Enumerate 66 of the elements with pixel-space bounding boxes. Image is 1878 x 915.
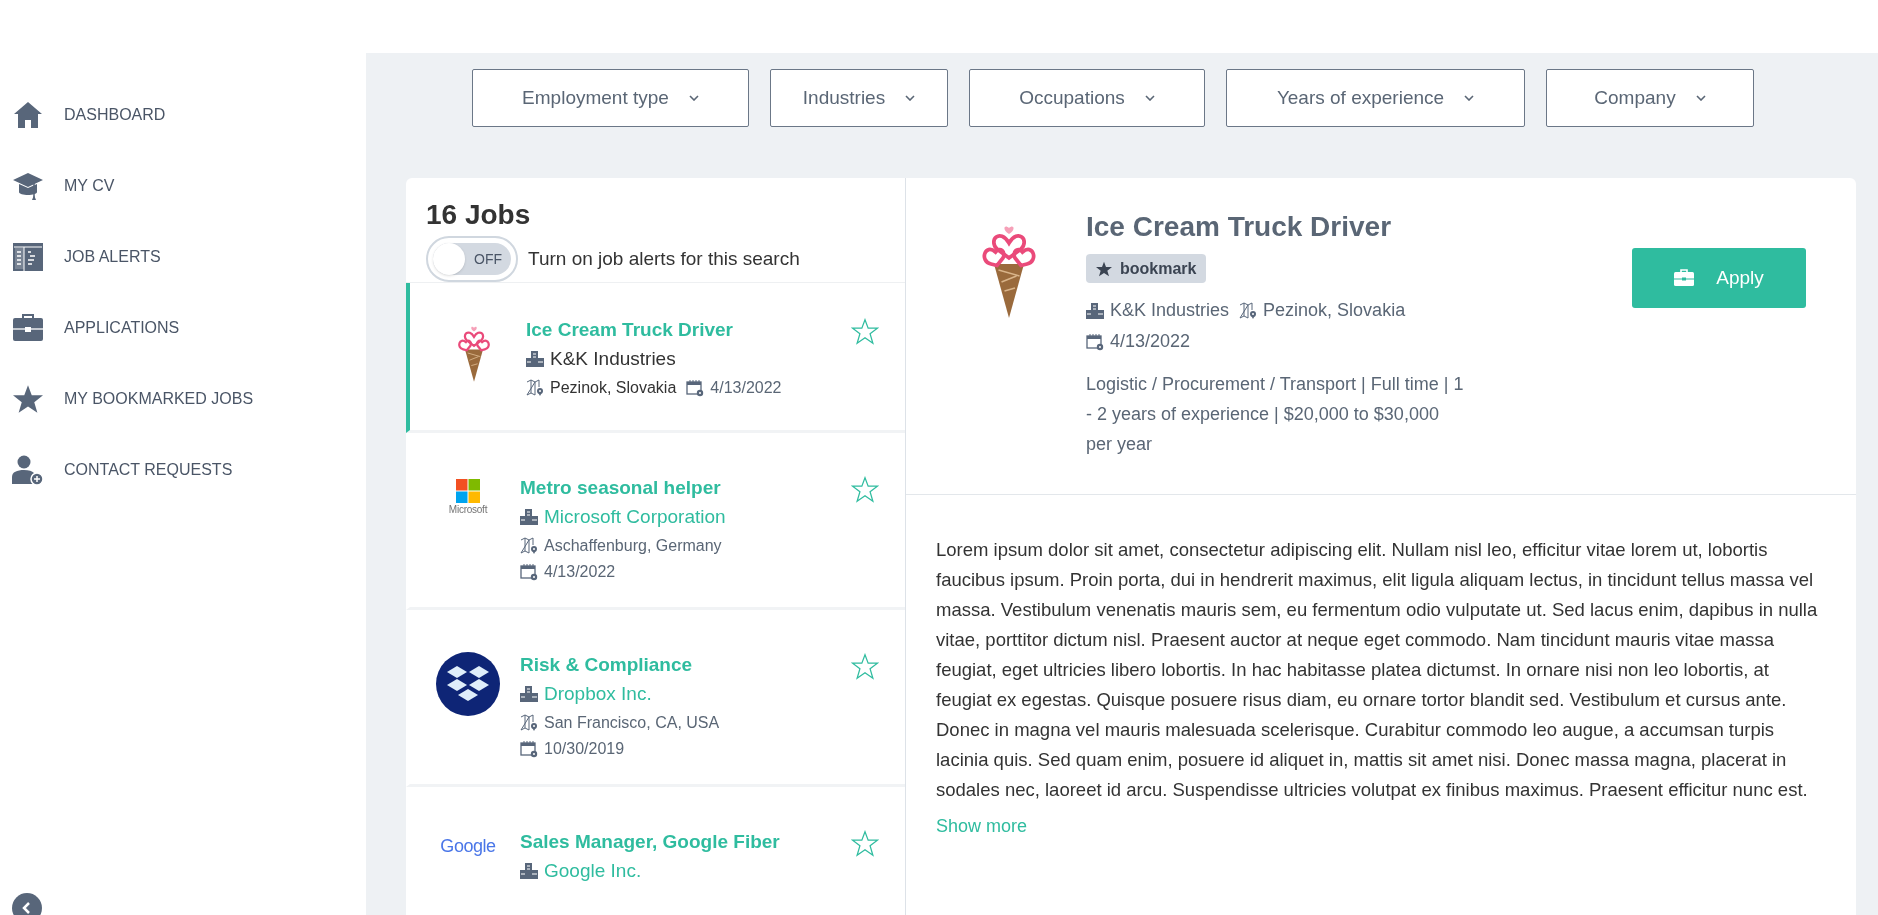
filter-dropdown[interactable]: Occupations: [969, 69, 1205, 127]
map-pin-icon: [520, 536, 538, 555]
sidebar-item[interactable]: DASHBOARD: [0, 79, 366, 150]
map-pin-icon: [526, 378, 544, 397]
briefcase-icon: [1674, 269, 1695, 287]
filter-dropdown[interactable]: Years of experience: [1226, 69, 1525, 127]
briefcase-icon: [12, 313, 44, 342]
company-name: K&K Industries: [550, 347, 676, 371]
chevron-down-icon: [1695, 95, 1706, 101]
job-location: Pezinok, Slovakia: [550, 377, 677, 398]
graduation-cap-icon: [12, 170, 44, 201]
building-icon: [1086, 301, 1104, 320]
filter-dropdown[interactable]: Employment type: [472, 69, 749, 127]
logo-wordmark: Microsoft: [448, 503, 488, 517]
job-location: Pezinok, Slovakia: [1263, 299, 1406, 322]
job-date: 4/13/2022: [544, 561, 616, 582]
job-title: Ice Cream Truck Driver: [1086, 210, 1393, 244]
building-icon: [520, 508, 538, 527]
company-name: K&K Industries: [1110, 299, 1230, 322]
job-card[interactable]: Risk & Compliance Dropbox Inc. San Francisco, CA, USA 10/30/2019: [406, 610, 905, 787]
browser-window-icon: [12, 242, 44, 271]
job-description: Lorem ipsum dolor sit amet, consectetur adipiscing elit. Nullam nisl leo, efficitur vitae lorem ut, lobortis faucibus ipsum. Proin porta, dui in hendrerit maximus, elit ligula aliquam lectus, in tincidunt tellus massa vel massa. Vestibulum venenatis mauris sem, eu fermentum odio vulputate ut. Sed lacus enim, dapibus in nulla vitae, porttitor dictum nisl. Praesent auctor at neque eget commodo. Nam tincidunt mauris vitae massa feugiat, eget ultricies libero lobortis. In hac habitasse platea dictumst. In ornare nisi non leo lobortis, at feugiat ex egestas. Quisque posuere risus diam, eu ornare tortor blandit sed. Vestibulum et cursus ante. Donec in magna vel mauris malesuada scelerisque. Curabitur commodo leo augue, a accumsan turpis lacinia quis. Sed quam enim, posuere id aliquet in, mattis sit amet nisi. Donec massa magna, placerat in sodales nec, laoreet id arcu. Suspendisse ultricies volutpat ex finibus maximus. Praesent efficitur nunc est.: [936, 538, 1819, 802]
calendar-icon: [520, 562, 538, 581]
sidebar-item[interactable]: CONTACT REQUESTS: [0, 434, 366, 505]
calendar-icon: [686, 378, 705, 397]
sidebar-item[interactable]: MY CV: [0, 150, 366, 221]
job-summary: Logistic / Procurement / Transport | Full time | 1 - 2 years of experience | $20,000 to $30,000 per year: [1086, 373, 1465, 456]
calendar-icon: [520, 739, 538, 758]
job-date: 10/30/2019: [544, 738, 625, 759]
sidebar-item[interactable]: MY BOOKMARKED JOBS: [0, 363, 366, 434]
chevron-down-icon: [905, 95, 916, 101]
map-pin-icon: [1239, 301, 1258, 320]
chevron-down-icon: [1464, 95, 1475, 101]
job-location: San Francisco, CA, USA: [544, 712, 720, 733]
filter-dropdown[interactable]: Company: [1546, 69, 1754, 127]
company-name: Google Inc.: [544, 859, 642, 883]
sidebar-item[interactable]: APPLICATIONS: [0, 292, 366, 363]
calendar-icon: [1086, 332, 1104, 351]
sidebar-item[interactable]: JOB ALERTS: [0, 221, 366, 292]
star-icon: [1096, 260, 1112, 277]
job-location: Aschaffenburg, Germany: [544, 535, 722, 556]
windows-logo-icon: [456, 479, 480, 503]
bookmark-star-icon[interactable]: [851, 829, 879, 857]
collapse-button[interactable]: [12, 893, 42, 915]
logo-wordmark: Google: [440, 835, 496, 858]
company-name: Dropbox Inc.: [544, 682, 652, 706]
company-name: Microsoft Corporation: [544, 505, 726, 529]
chevron-left-icon: [21, 901, 33, 915]
chevron-down-icon: [1144, 95, 1155, 101]
job-date: 4/13/2022: [1110, 330, 1191, 353]
job-count-heading: 16 Jobs: [425, 198, 532, 232]
map-pin-icon: [520, 713, 538, 732]
bookmark-button[interactable]: bookmark: [1086, 254, 1207, 283]
chevron-down-icon: [688, 95, 699, 101]
building-icon: [526, 350, 544, 369]
bookmark-star-icon[interactable]: [851, 475, 879, 503]
building-icon: [520, 862, 538, 881]
job-alert-toggle[interactable]: OFF: [426, 236, 518, 282]
filter-dropdown[interactable]: Industries: [770, 69, 948, 127]
person-add-icon: [12, 454, 44, 485]
bookmark-star-icon[interactable]: [851, 652, 879, 680]
bookmark-star-icon[interactable]: [851, 317, 879, 345]
home-icon: [12, 100, 44, 129]
job-date: 4/13/2022: [710, 377, 782, 398]
building-icon: [520, 685, 538, 704]
toggle-label: Turn on job alerts for this search: [528, 246, 800, 271]
